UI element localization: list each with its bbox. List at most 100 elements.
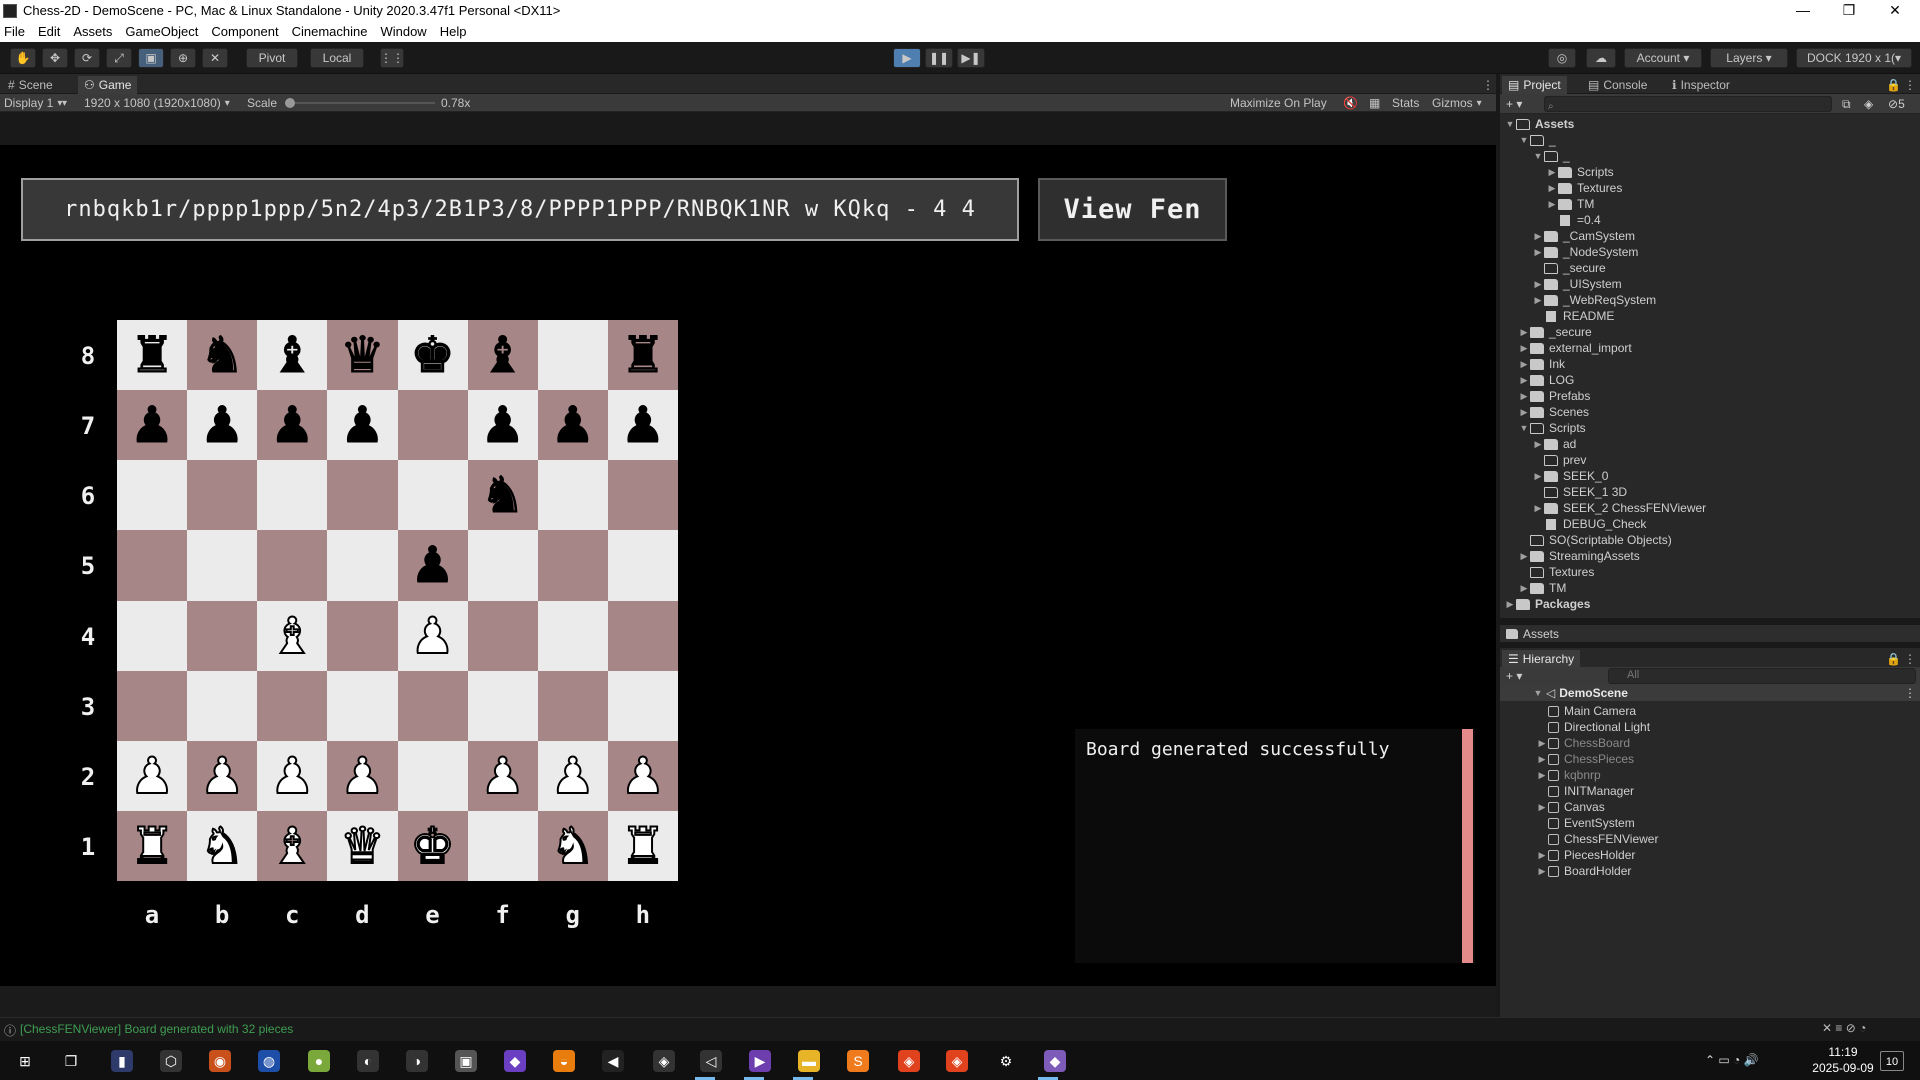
black-rook-icon[interactable]: ♜	[620, 330, 666, 381]
board-square[interactable]: ♜	[117, 320, 188, 391]
board-square[interactable]	[397, 740, 468, 811]
brave-icon[interactable]: ◈	[898, 1050, 920, 1072]
hierarchy-scene-row[interactable]: ▼ ◁ DemoScene	[1532, 685, 1628, 701]
menu-edit[interactable]: Edit	[38, 24, 60, 39]
collapse-arrow-icon[interactable]: ▼	[1532, 151, 1544, 161]
grid-snap-icon[interactable]: ⋮⋮	[380, 48, 404, 68]
expand-arrow-icon[interactable]: ▶	[1518, 407, 1530, 418]
menu-file[interactable]: File	[4, 24, 25, 39]
menu-window[interactable]: Window	[380, 24, 426, 39]
log-scrollbar[interactable]	[1462, 729, 1473, 963]
board-square[interactable]: ♟	[257, 390, 328, 461]
hierarchy-item[interactable]: Main Camera	[1536, 703, 1636, 719]
project-tree-item[interactable]: ▶ TM	[1518, 580, 1567, 596]
blender-alt-icon[interactable]: ◒	[553, 1050, 575, 1072]
black-bishop-icon[interactable]: ♝	[269, 330, 315, 381]
white-rook-icon[interactable]: ♜	[129, 820, 176, 872]
unity-editor-icon[interactable]: ◁	[700, 1050, 722, 1072]
project-tree-item[interactable]: ▶ external_import	[1518, 340, 1632, 356]
project-tree-item[interactable]: README	[1532, 308, 1614, 324]
transform-tool-icon[interactable]: ⊕	[170, 48, 196, 68]
expand-arrow-icon[interactable]: ▶	[1518, 375, 1530, 386]
project-tree-item[interactable]: =0.4	[1546, 212, 1601, 228]
board-square[interactable]: ♟	[397, 530, 468, 601]
board-square[interactable]	[257, 530, 328, 601]
project-tree-item[interactable]: ▼ Assets	[1504, 116, 1575, 132]
scale-tool-icon[interactable]: ⤢	[106, 48, 132, 68]
project-tree-item[interactable]: SO(Scriptable Objects)	[1518, 532, 1672, 548]
filter-type-icon[interactable]: ⧉	[1842, 96, 1851, 112]
board-square[interactable]	[397, 390, 468, 461]
board-square[interactable]	[537, 460, 608, 531]
collapse-arrow-icon[interactable]: ▼	[1518, 423, 1530, 433]
project-menu-icon[interactable]: ⋮	[1898, 76, 1920, 94]
board-square[interactable]	[327, 460, 398, 531]
white-knight-icon[interactable]: ♞	[199, 820, 246, 872]
fen-input[interactable]: rnbqkb1r/pppp1ppp/5n2/4p3/2B1P3/8/PPPP1P…	[21, 178, 1019, 241]
resolution-dropdown[interactable]: 1920 x 1080 (1920x1080)	[84, 95, 230, 111]
board-square[interactable]: ♟	[327, 740, 398, 811]
project-tree-item[interactable]: ▶ TM	[1546, 196, 1595, 212]
filter-label-icon[interactable]: ◈	[1864, 96, 1873, 112]
collab-icon[interactable]: ◎	[1548, 48, 1576, 68]
board-square[interactable]	[537, 670, 608, 741]
pause-button[interactable]: ❚❚	[925, 48, 953, 68]
cloud-icon[interactable]: ☁	[1586, 48, 1616, 68]
hierarchy-menu-icon[interactable]: ⋮	[1898, 650, 1920, 668]
project-tree-item[interactable]: _secure	[1532, 260, 1606, 276]
discord-icon[interactable]: ▣	[455, 1050, 477, 1072]
hierarchy-item[interactable]: ▶ PiecesHolder	[1536, 847, 1636, 863]
black-king-icon[interactable]: ♚	[410, 330, 456, 381]
blender-icon[interactable]: ◍	[258, 1050, 280, 1072]
layers-dropdown[interactable]: Layers ▾	[1710, 48, 1788, 68]
pivot-toggle[interactable]: Pivot	[246, 48, 298, 68]
hierarchy-item[interactable]: ▶ BoardHolder	[1536, 863, 1632, 879]
white-pawn-icon[interactable]: ♟	[409, 610, 456, 662]
menu-assets[interactable]: Assets	[73, 24, 112, 39]
expand-arrow-icon[interactable]: ▶	[1546, 183, 1558, 194]
project-tree-item[interactable]: ▶ SEEK_0	[1532, 468, 1609, 484]
project-tree-item[interactable]: ▶ _CamSystem	[1532, 228, 1636, 244]
black-pawn-icon[interactable]: ♟	[480, 400, 526, 451]
tab-project[interactable]: ▤ Project	[1502, 76, 1567, 94]
unity-hub-icon[interactable]: ⬡	[160, 1050, 182, 1072]
firefox-icon[interactable]: ◉	[209, 1050, 231, 1072]
hierarchy-item[interactable]: ▶ Canvas	[1536, 799, 1605, 815]
clock[interactable]: 11:19 2025-09-09	[1808, 1044, 1878, 1076]
board-square[interactable]	[327, 670, 398, 741]
board-square[interactable]	[467, 810, 538, 881]
board-square[interactable]	[187, 460, 258, 531]
display-dropdown[interactable]: Display 1	[4, 95, 62, 111]
project-tree-item[interactable]: ▶ StreamingAssets	[1518, 548, 1640, 564]
hierarchy-item[interactable]: INITManager	[1536, 783, 1634, 799]
view-fen-button[interactable]: View Fen	[1038, 178, 1227, 241]
scene-menu-icon[interactable]: ⋮	[1904, 685, 1916, 701]
project-tree-item[interactable]: ▼ _	[1518, 132, 1556, 148]
board-square[interactable]	[537, 320, 608, 391]
project-tree-item[interactable]: ▼ Scripts	[1518, 420, 1586, 436]
project-tree-item[interactable]: ▶ Scenes	[1518, 404, 1590, 420]
maximize-on-play-toggle[interactable]: Maximize On Play	[1230, 95, 1327, 111]
project-tree-item[interactable]: ▶ Ink	[1518, 356, 1565, 372]
project-tree-item[interactable]: ▶ Packages	[1504, 596, 1591, 612]
project-tree-item[interactable]: ▶ _UISystem	[1532, 276, 1622, 292]
board-square[interactable]: ♟	[187, 740, 258, 811]
board-square[interactable]: ♟	[187, 390, 258, 461]
project-tree-item[interactable]: prev	[1532, 452, 1586, 468]
board-square[interactable]	[607, 670, 678, 741]
project-tree-item[interactable]: Textures	[1518, 564, 1594, 580]
black-pawn-icon[interactable]: ♟	[550, 400, 596, 451]
black-pawn-icon[interactable]: ♟	[620, 400, 666, 451]
board-square[interactable]: ♟	[537, 390, 608, 461]
expand-arrow-icon[interactable]: ▶	[1518, 343, 1530, 354]
sublime-icon[interactable]: S	[847, 1050, 869, 1072]
hidden-packages-badge[interactable]: ⊘ 5	[1888, 96, 1905, 112]
white-king-icon[interactable]: ♚	[409, 820, 456, 872]
board-square[interactable]: ♝	[257, 320, 328, 391]
expand-arrow-icon[interactable]: ▶	[1536, 754, 1548, 765]
expand-arrow-icon[interactable]: ▶	[1536, 866, 1548, 877]
maximize-button[interactable]: ❐	[1826, 0, 1872, 21]
white-knight-icon[interactable]: ♞	[549, 820, 596, 872]
white-pawn-icon[interactable]: ♟	[620, 750, 667, 802]
hierarchy-item[interactable]: ▶ ChessPieces	[1536, 751, 1635, 767]
